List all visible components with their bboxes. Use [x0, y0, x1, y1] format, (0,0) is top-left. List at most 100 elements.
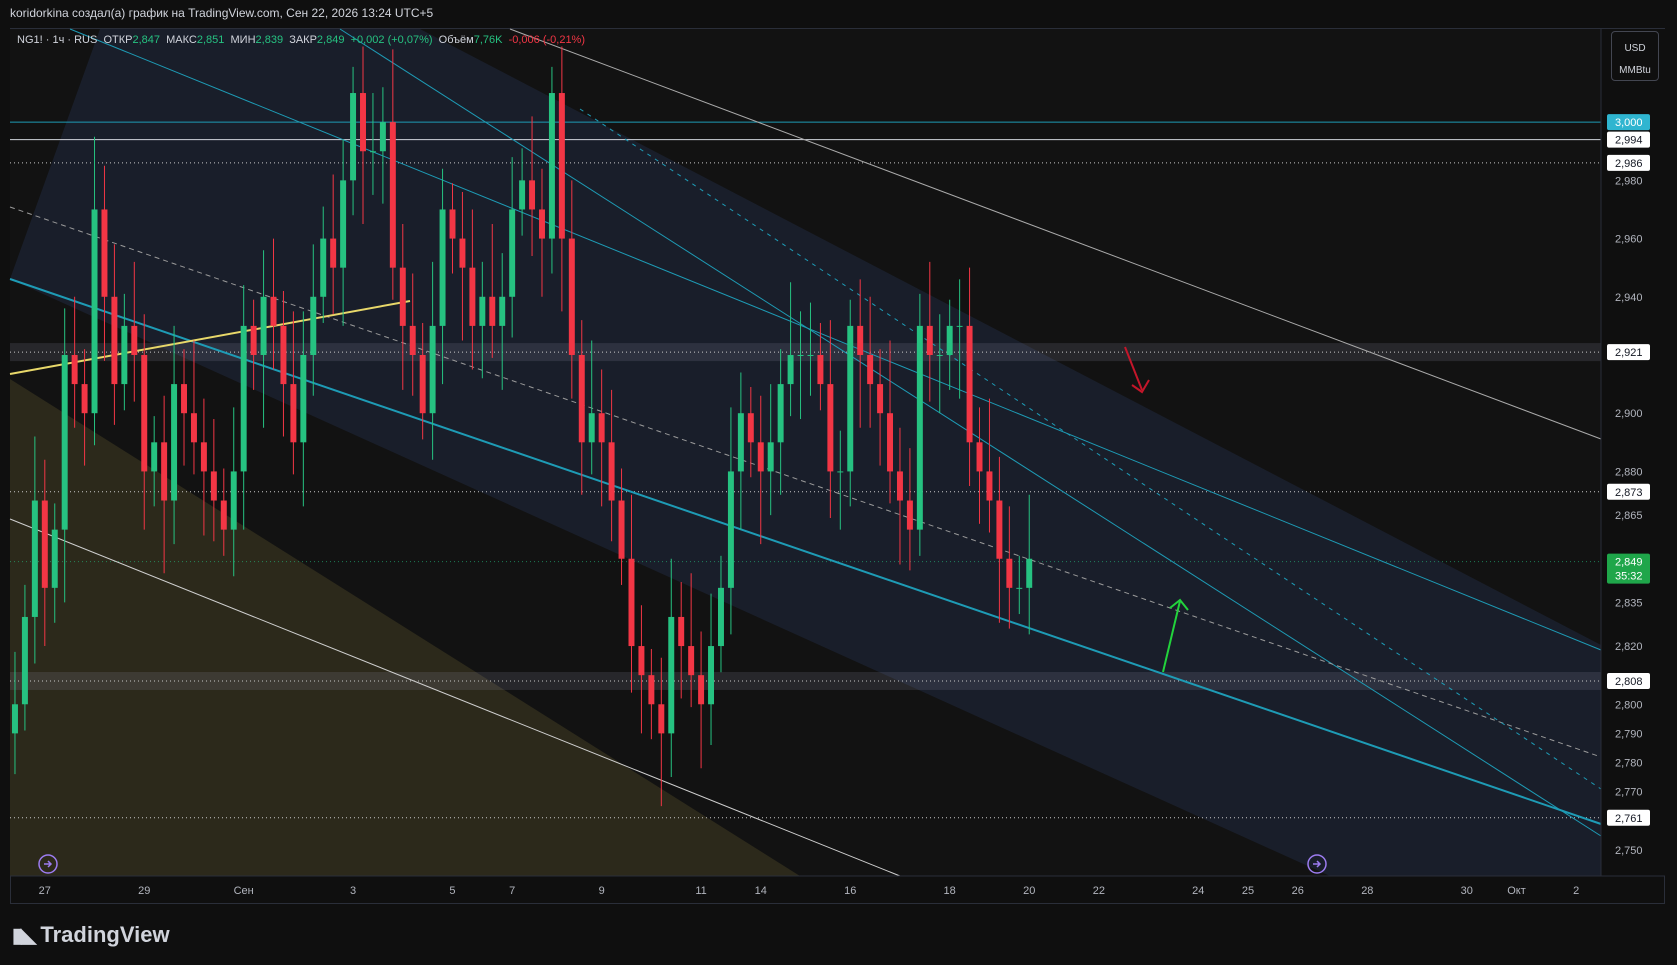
candle-body: [499, 296, 506, 326]
candle-body: [280, 325, 287, 385]
close-label: ЗАКР: [289, 34, 317, 46]
candle-body: [360, 93, 366, 152]
candle-body: [171, 384, 178, 501]
candle-body: [369, 151, 376, 153]
x-tick-label: 16: [844, 885, 856, 897]
x-tick-label: 7: [509, 885, 515, 897]
candle-body: [509, 209, 516, 297]
candle-body: [906, 500, 913, 530]
candle-body: [658, 704, 665, 734]
candle-body: [190, 413, 197, 443]
candle-body: [91, 209, 98, 414]
tradingview-logo: ▮◣ TradingView: [12, 922, 170, 948]
x-tick-label: 20: [1023, 885, 1035, 897]
open-label: ОТКР: [103, 34, 133, 46]
candle-body: [916, 325, 923, 530]
candle-body: [181, 384, 187, 414]
candle-body: [439, 209, 446, 326]
candle-body: [896, 471, 903, 501]
candle-body: [270, 296, 277, 326]
candle-body: [479, 296, 486, 326]
price-label: 2,808: [1615, 676, 1643, 688]
candle-body: [121, 325, 128, 385]
candle-body: [688, 646, 695, 676]
candle-body: [200, 442, 207, 472]
unit-label: MMBtu: [1619, 65, 1651, 76]
candle-body: [608, 442, 615, 501]
brand-name: TradingView: [40, 922, 170, 947]
x-tick-label: Сен: [234, 885, 254, 897]
countdown-timer: 35:32: [1615, 571, 1643, 583]
candle-body: [817, 354, 824, 385]
candle-body: [419, 354, 426, 414]
candlestick-chart[interactable]: 2,980 2,960 2,940 2,900 2,880 2,865 2,835 2,820…: [0, 0, 1677, 965]
candle-body: [41, 500, 48, 588]
candle-body: [628, 558, 635, 647]
y-tick-label: 2,980: [1615, 175, 1643, 187]
currency-unit-selector[interactable]: USD MMBtu: [1611, 31, 1659, 81]
candle-body: [708, 646, 715, 705]
candle-body: [976, 442, 983, 472]
candle-body: [877, 384, 884, 414]
candle-body: [867, 354, 874, 385]
candle-body: [926, 325, 933, 355]
candle-body: [578, 354, 585, 443]
candle-body: [737, 413, 744, 472]
symbol-name[interactable]: NG1! · 1ч · RUS: [17, 34, 97, 46]
currency-label: USD: [1624, 43, 1646, 54]
candle-body: [310, 296, 317, 355]
candle-body: [141, 354, 148, 472]
x-tick-label: 5: [449, 885, 455, 897]
y-tick-label: 2,800: [1615, 699, 1643, 711]
y-tick-label: 2,880: [1615, 466, 1643, 478]
candle-body: [151, 442, 158, 472]
price-label: 2,994: [1615, 135, 1643, 147]
candle-body: [936, 354, 943, 356]
x-tick-label: 3: [350, 885, 356, 897]
candle-body: [459, 238, 466, 268]
candle-body: [956, 325, 963, 327]
x-tick-label: Окт: [1507, 885, 1526, 897]
open-value: 2,847: [132, 34, 160, 46]
y-tick-label: 2,940: [1615, 292, 1643, 304]
candle-body: [827, 384, 834, 472]
change-value: +0,002 (+0,07%): [350, 34, 433, 46]
candle-body: [290, 384, 297, 443]
candle-body: [986, 471, 993, 501]
candle-body: [399, 267, 406, 326]
candle-body: [588, 413, 595, 443]
low-value: 2,839: [255, 34, 284, 46]
candle-body: [777, 384, 784, 443]
candle-body: [489, 296, 496, 326]
candle-body: [51, 529, 58, 588]
candle-body: [111, 296, 118, 385]
volume-change: -0,006 (-0,21%): [508, 34, 586, 46]
candle-body: [449, 209, 456, 239]
x-tick-label: 28: [1361, 885, 1373, 897]
low-label: МИН: [230, 34, 256, 46]
candle-body: [519, 180, 526, 210]
candle-body: [61, 354, 68, 530]
candle-body: [837, 471, 844, 473]
candle-body: [598, 413, 605, 443]
candle-body: [1016, 587, 1023, 589]
y-tick-label: 2,820: [1615, 641, 1643, 653]
candle-body: [11, 704, 18, 734]
x-tick-label: 24: [1192, 885, 1204, 897]
candle-body: [330, 238, 337, 268]
symbol-legend: NG1! · 1ч · RUS ОТКР2,847 МАКС2,851 МИН2…: [17, 34, 585, 46]
tradingview-logo-icon: ▮◣: [12, 924, 36, 947]
candle-body: [320, 238, 327, 297]
candle-body: [797, 354, 804, 356]
candle-body: [857, 325, 864, 355]
volume-value: 7,76K: [473, 34, 503, 46]
high-label: МАКС: [166, 34, 197, 46]
x-tick-label: 26: [1292, 885, 1304, 897]
x-tick-label: 29: [138, 885, 150, 897]
candle-body: [101, 209, 108, 297]
candle-body: [539, 209, 545, 239]
y-tick-label: 2,900: [1615, 408, 1643, 420]
candle-body: [469, 267, 476, 326]
candle-body: [389, 122, 396, 268]
candle-body: [161, 442, 168, 501]
